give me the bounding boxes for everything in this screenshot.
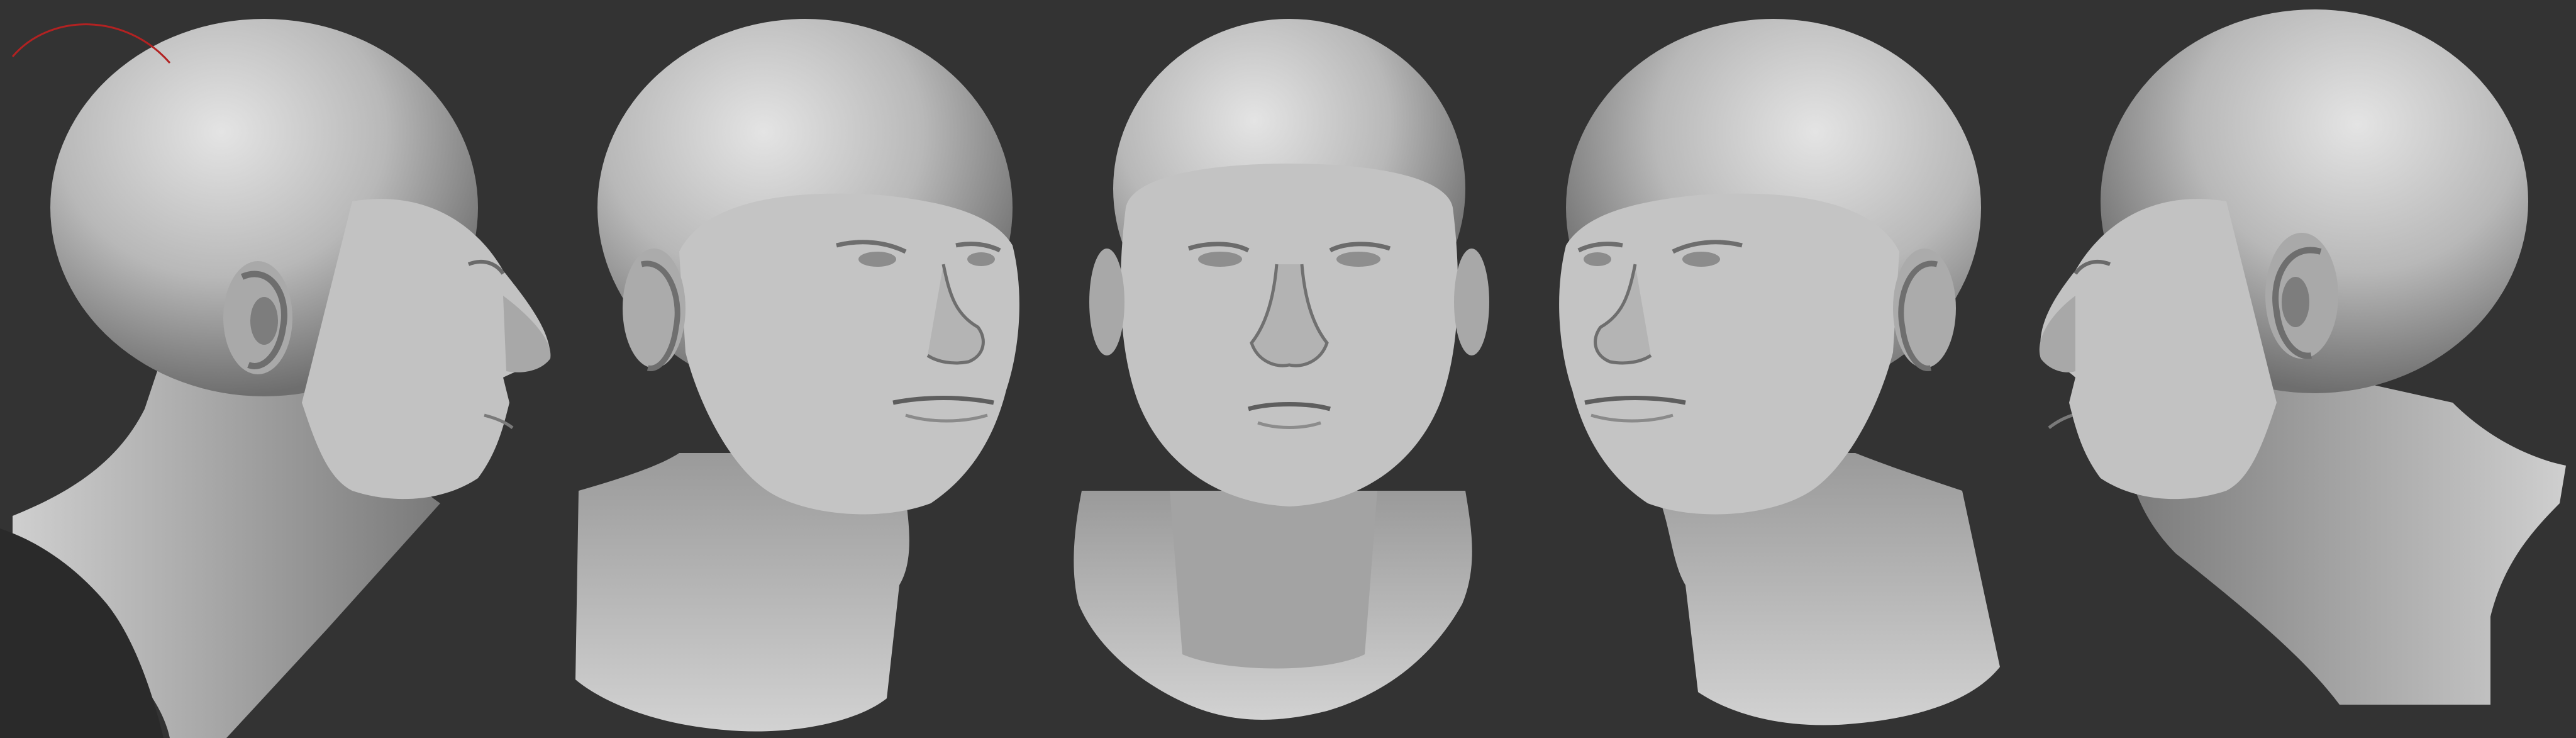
head-left-three-quarter — [1559, 19, 2000, 725]
transpose-gizmo-arc[interactable] — [0, 0, 189, 126]
sculpt-viewport[interactable] — [0, 0, 2576, 738]
head-left-profile — [2039, 9, 2566, 705]
head-right-profile — [0, 19, 551, 738]
head-right-three-quarter — [575, 19, 1019, 732]
head-front — [1074, 19, 1489, 720]
turnaround-canvas — [0, 9, 2566, 738]
